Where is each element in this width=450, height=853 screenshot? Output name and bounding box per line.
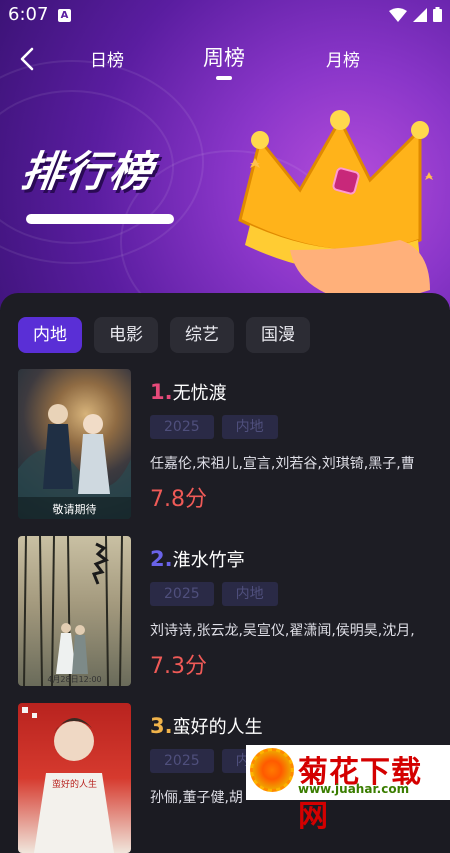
poster-caption: 4月28日12:00 — [47, 675, 102, 684]
wifi-icon — [389, 7, 407, 22]
ranking-item[interactable]: 敬请期待 1.无忧渡 2025 内地 任嘉伦,宋祖儿,宣言,刘若谷,刘琪锜,黑子… — [18, 369, 450, 519]
category-chip-anime[interactable]: 国漫 — [246, 317, 310, 353]
back-arrow-icon[interactable] — [16, 46, 42, 72]
notification-icon: A — [58, 9, 71, 22]
poster-caption: 敬请期待 — [52, 503, 97, 516]
year-tag: 2025 — [150, 582, 214, 606]
score: 7.8分 — [150, 487, 207, 512]
region-tag: 内地 — [221, 415, 278, 439]
ranking-info: 2.淮水竹亭 2025 内地 刘诗诗,张云龙,吴宣仪,翟潇闻,侯明昊,沈月, 7… — [150, 536, 450, 680]
status-time: 6:07 — [8, 4, 49, 25]
crown-illustration — [238, 110, 433, 305]
banner-title-wrap: 排行榜 — [18, 138, 157, 199]
site-watermark: 菊花下载网 www.juahar.com — [246, 745, 450, 834]
battery-icon — [433, 7, 442, 22]
cast-list: 刘诗诗,张云龙,吴宣仪,翟潇闻,侯明昊,沈月, — [150, 623, 415, 639]
year-tag: 2025 — [150, 415, 214, 439]
tag-row: 2025 内地 — [150, 582, 450, 606]
ranking-banner: 6:07 A 日榜 周榜 月榜 排行榜 — [0, 0, 450, 310]
status-bar: 6:07 A — [0, 0, 450, 32]
ranking-tabs: 日榜 周榜 月榜 — [0, 38, 450, 82]
tab-weekly[interactable]: 周榜 — [203, 42, 245, 72]
year-tag: 2025 — [150, 749, 214, 773]
banner-underline — [26, 214, 174, 224]
flower-logo-icon — [250, 748, 294, 792]
ranking-title-row: 2.淮水竹亭 — [150, 544, 450, 574]
ranking-info: 1.无忧渡 2025 内地 任嘉伦,宋祖儿,宣言,刘若谷,刘琪锜,黑子,曹 7.… — [150, 369, 450, 513]
category-chips: 内地 电影 综艺 国漫 — [18, 317, 310, 353]
poster-image[interactable]: 蛮好的人生 — [18, 703, 131, 853]
system-icons — [389, 7, 442, 22]
watermark-url: www.juahar.com — [298, 782, 410, 796]
cast-list: 任嘉伦,宋祖儿,宣言,刘若谷,刘琪锜,黑子,曹 — [150, 456, 415, 472]
score: 7.3分 — [150, 654, 207, 679]
rank-number: 3. — [150, 714, 173, 738]
ranking-item[interactable]: 4月28日12:00 2.淮水竹亭 2025 内地 刘诗诗,张云龙,吴宣仪,翟潇… — [18, 536, 450, 686]
rank-number: 2. — [150, 547, 173, 571]
category-chip-variety[interactable]: 综艺 — [170, 317, 234, 353]
rank-number: 1. — [150, 380, 173, 404]
show-title: 淮水竹亭 — [172, 550, 245, 571]
ranking-title-row: 3.蛮好的人生 — [150, 711, 450, 741]
poster-art — [18, 404, 131, 519]
show-title: 无忧渡 — [172, 383, 227, 404]
tag-row: 2025 内地 — [150, 415, 450, 439]
tab-monthly[interactable]: 月榜 — [326, 46, 360, 71]
ranking-title-row: 1.无忧渡 — [150, 377, 450, 407]
region-tag: 内地 — [221, 582, 278, 606]
show-title: 蛮好的人生 — [172, 717, 263, 738]
active-tab-indicator — [216, 76, 232, 80]
ranking-panel: 内地 电影 综艺 国漫 敬请期待 1.无忧渡 2025 内地 任嘉伦,宋祖儿,宣… — [0, 293, 450, 853]
poster-image[interactable]: 4月28日12:00 — [18, 536, 131, 686]
poster-caption: 蛮好的人生 — [51, 780, 97, 790]
tab-daily[interactable]: 日榜 — [90, 46, 124, 71]
category-chip-movie[interactable]: 电影 — [94, 317, 158, 353]
banner-title: 排行榜 — [18, 147, 158, 196]
poster-image[interactable]: 敬请期待 — [18, 369, 131, 519]
category-chip-mainland[interactable]: 内地 — [18, 317, 82, 353]
signal-icon — [413, 7, 427, 22]
poster-art — [23, 536, 123, 686]
